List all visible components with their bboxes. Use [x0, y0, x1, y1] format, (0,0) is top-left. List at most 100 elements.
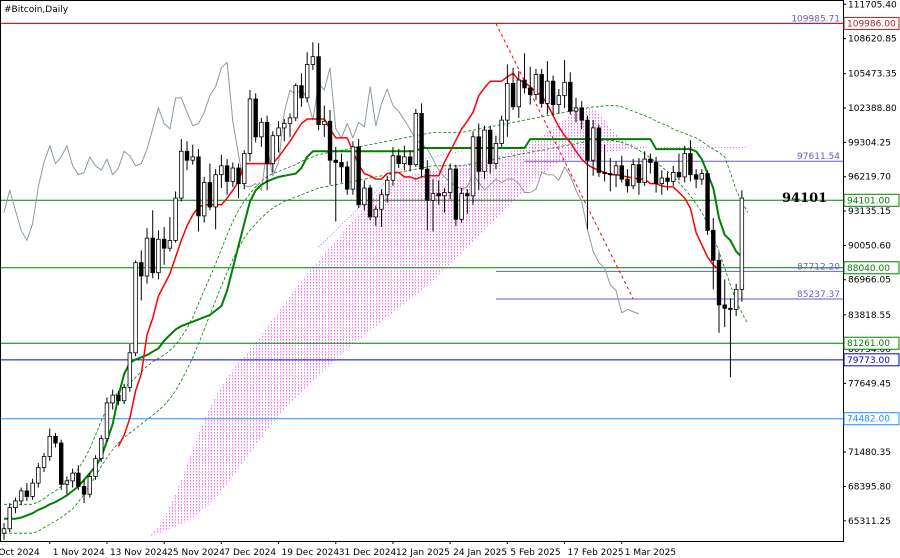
candle-body [648, 158, 653, 163]
candle-body [93, 458, 98, 477]
candle-body [733, 288, 739, 310]
candle-body [7, 507, 12, 530]
candle-body [608, 173, 613, 176]
y-tick-label: 71480.35 [848, 448, 891, 458]
candle-body [116, 394, 121, 402]
candle-body [310, 56, 316, 65]
candle-body [379, 194, 384, 210]
candle-body [264, 121, 270, 164]
x-tick-label: 1 Mar 2025 [625, 548, 676, 558]
candle-body [110, 394, 115, 404]
y-tick-label: 102388.80 [848, 104, 897, 114]
candle-body [653, 162, 659, 184]
level-box-label: 109986.00 [847, 19, 896, 29]
y-tick-label: 68395.80 [848, 482, 891, 492]
candle-body [144, 237, 150, 277]
candle-body [150, 237, 155, 274]
candle-body [247, 98, 253, 154]
candle-body [282, 123, 287, 129]
candle-body [350, 146, 356, 190]
candle-body [436, 193, 441, 197]
x-tick-label: 5 Feb 2025 [510, 548, 560, 558]
candle-body [24, 490, 30, 497]
candle-body [688, 153, 693, 176]
candle-body [127, 352, 133, 388]
candle-body [482, 129, 487, 172]
y-tick-label: 105473.35 [848, 70, 897, 80]
candle-body [676, 172, 682, 178]
candle-body [573, 107, 579, 112]
candle-body [64, 480, 70, 485]
candle-body [665, 177, 670, 182]
level-box-label: 94101.00 [847, 196, 890, 206]
candle-body [167, 239, 173, 249]
candle-body [425, 168, 430, 201]
candle-body [242, 153, 247, 184]
candle-body [447, 168, 453, 193]
candle-body [121, 386, 127, 402]
candle-body [339, 162, 344, 168]
candle-body [459, 193, 464, 220]
candle-body [539, 74, 544, 104]
candle-body [104, 402, 110, 439]
candle-body [487, 129, 493, 164]
candle-body [253, 98, 258, 138]
candle-body [671, 172, 676, 182]
y-tick-label: 86966.05 [848, 276, 891, 286]
callout-label: 94101 [782, 191, 827, 206]
candle-body [327, 120, 333, 161]
candle-body [693, 174, 699, 180]
candle-body [81, 486, 87, 495]
candle-body [659, 177, 664, 184]
candle-body [156, 238, 161, 274]
level-text-label: 87712.20 [797, 262, 840, 272]
candle-body [470, 136, 476, 197]
y-tick-label: 99304.25 [848, 138, 891, 148]
x-tick-label: 31 Dec 2024 [339, 548, 397, 558]
candle-body [287, 117, 293, 124]
candle-body [453, 168, 459, 220]
candle-body [356, 146, 361, 206]
candle-body [631, 164, 636, 187]
candle-body [161, 238, 167, 249]
candle-body [259, 121, 264, 138]
candle-body [533, 74, 539, 95]
candle-body [70, 472, 75, 482]
candle-body [76, 472, 81, 487]
x-tick-label: 24 Jan 2025 [453, 548, 507, 558]
candle-body [53, 435, 58, 444]
candle-body [613, 165, 619, 176]
candle-body [739, 197, 745, 290]
candle-body [87, 476, 92, 495]
candle-body [711, 229, 716, 261]
candle-body [528, 87, 533, 95]
candle-body [47, 435, 52, 457]
candle-body [407, 156, 413, 166]
y-tick-label: 90050.60 [848, 241, 891, 251]
candle-body [316, 56, 321, 125]
candle-body [219, 165, 224, 176]
y-tick-label: 108620.85 [848, 35, 897, 45]
candle-body [625, 178, 630, 187]
candle-body [230, 167, 235, 182]
candle-body [705, 173, 710, 231]
candle-body [373, 208, 378, 218]
candle-body [619, 165, 624, 180]
candle-body [442, 192, 447, 197]
y-tick-label: 111705.40 [848, 0, 897, 10]
y-tick-label: 65311.25 [848, 517, 891, 527]
candle-body [304, 64, 310, 99]
candle-body [716, 260, 722, 306]
candle-body [505, 82, 510, 121]
level-text-label: 109985.71 [791, 14, 840, 24]
candle-body [133, 262, 138, 354]
candle-body [99, 438, 104, 460]
candle-body [13, 500, 18, 508]
y-tick-label: 83818.55 [848, 311, 891, 321]
x-tick-label: 18 Oct 2024 [0, 548, 40, 558]
candle-body [190, 156, 195, 161]
y-tick-label: 77649.45 [848, 379, 891, 389]
x-tick-label: 7 Dec 2024 [224, 548, 276, 558]
candle-body [602, 172, 607, 174]
candle-body [522, 79, 527, 89]
